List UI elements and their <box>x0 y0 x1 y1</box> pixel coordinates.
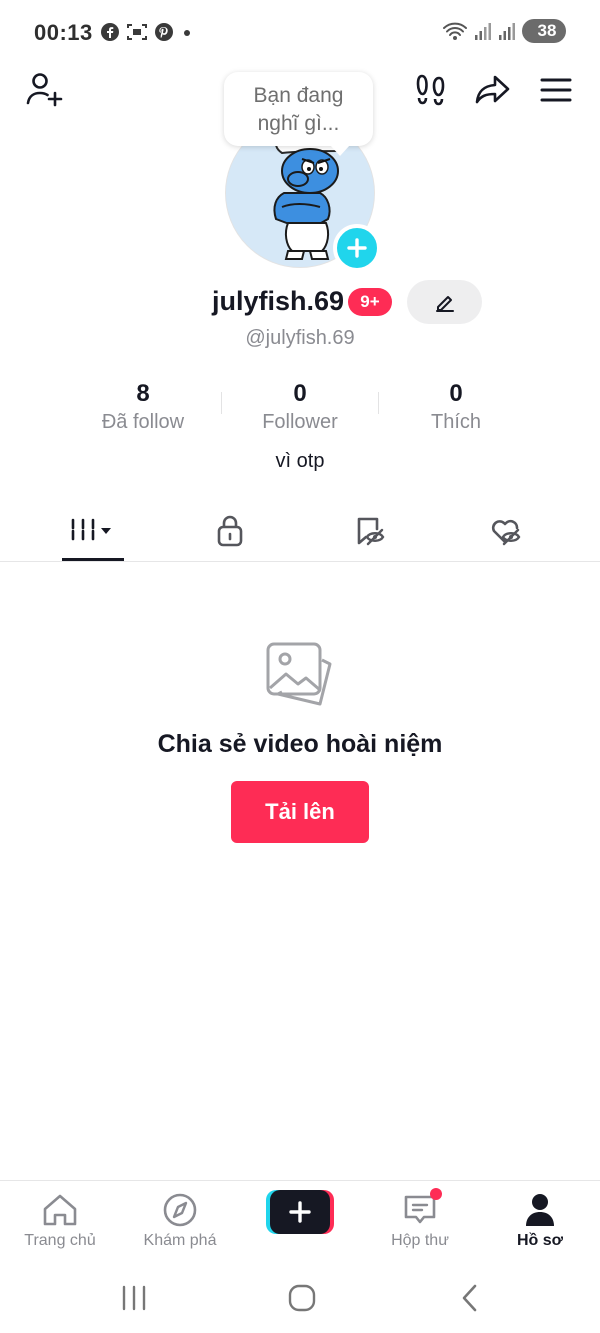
stat-divider <box>378 392 379 414</box>
back-chevron-icon <box>462 1284 477 1312</box>
heart-hidden-icon <box>491 519 521 545</box>
menu-button[interactable] <box>534 68 578 112</box>
status-thought-bubble[interactable]: Bạn đang nghĩ gì... <box>224 72 373 156</box>
nav-home[interactable]: Trang chủ <box>0 1191 120 1257</box>
screenshot-icon <box>127 24 147 40</box>
tab-private[interactable] <box>155 500 305 561</box>
create-button[interactable] <box>266 1190 334 1234</box>
active-tab-indicator <box>62 558 124 561</box>
tab-liked[interactable] <box>431 500 581 561</box>
tab-saved[interactable] <box>295 500 445 561</box>
stat-followers[interactable]: 0 Follower <box>225 380 375 436</box>
stat-value: 0 <box>449 380 463 407</box>
signal-icon-2 <box>499 23 515 40</box>
nav-label: Hồ sơ <box>516 1232 564 1249</box>
stat-value: 8 <box>136 380 150 407</box>
compass-icon <box>163 1193 197 1227</box>
upload-button[interactable]: Tải lên <box>231 781 369 843</box>
nav-discover[interactable]: Khám phá <box>120 1191 240 1257</box>
add-story-button[interactable] <box>333 224 381 272</box>
stat-label: Follower <box>262 411 338 433</box>
profile-tabs <box>0 500 600 562</box>
home-button[interactable] <box>272 1280 332 1316</box>
notification-badge[interactable]: 9+ <box>348 288 392 316</box>
system-navigation-bar <box>0 1262 600 1333</box>
recent-apps-icon <box>122 1285 146 1311</box>
pencil-icon <box>435 296 454 312</box>
stat-divider <box>221 392 222 414</box>
wifi-icon <box>443 22 467 40</box>
back-button[interactable] <box>440 1280 500 1316</box>
stat-following[interactable]: 8 Đã follow <box>68 380 218 436</box>
home-circle-icon <box>288 1284 316 1312</box>
nav-label: Khám phá <box>143 1232 217 1249</box>
bubble-text-line2: nghĩ gì... <box>257 112 340 135</box>
status-time: 00:13 <box>34 20 93 45</box>
stat-likes[interactable]: 0 Thích <box>381 380 531 436</box>
nav-label: Trang chủ <box>24 1232 96 1249</box>
stat-label: Thích <box>430 411 482 433</box>
inbox-notification-dot <box>430 1188 442 1200</box>
home-icon <box>43 1194 77 1226</box>
videos-grid-icon <box>71 518 111 543</box>
profile-icon <box>526 1194 554 1226</box>
bubble-text-line1: Bạn đang <box>253 84 344 107</box>
pinterest-icon <box>155 23 173 41</box>
stat-value: 0 <box>293 380 307 407</box>
hamburger-menu-icon <box>540 78 572 102</box>
edit-profile-button[interactable] <box>407 280 482 324</box>
empty-state-title: Chia sẻ video hoài niệm <box>157 730 443 758</box>
user-handle: @julyfish.69 <box>245 327 355 349</box>
status-bar: 00:13 38 <box>0 0 600 66</box>
status-app-icons <box>100 22 194 42</box>
share-arrow-icon <box>475 75 510 104</box>
facebook-icon <box>101 23 119 41</box>
stat-label: Đã follow <box>101 411 185 433</box>
dot-icon <box>184 30 190 36</box>
bookmark-hidden-icon <box>357 517 385 545</box>
add-friend-button[interactable] <box>22 68 66 112</box>
nav-profile[interactable]: Hồ sơ <box>480 1191 600 1257</box>
person-add-icon <box>26 73 63 107</box>
tab-videos[interactable] <box>18 500 168 561</box>
profile-views-button[interactable] <box>409 68 453 112</box>
battery-indicator: 38 <box>522 19 566 43</box>
nav-inbox[interactable]: Hộp thư <box>360 1188 480 1257</box>
create-button-face <box>270 1190 330 1234</box>
username-row: julyfish.69 9+ <box>0 280 600 324</box>
share-profile-button[interactable] <box>471 68 515 112</box>
recent-apps-button[interactable] <box>104 1280 164 1316</box>
signal-icon <box>475 23 491 40</box>
username: julyfish.69 <box>212 286 345 316</box>
profile-stats: 8 Đã follow 0 Follower 0 Thích <box>0 380 600 440</box>
plus-icon <box>289 1201 311 1223</box>
nav-label: Hộp thư <box>391 1232 449 1249</box>
plus-icon <box>347 238 367 258</box>
bio: vì otp <box>275 450 325 472</box>
status-right: 38 <box>442 19 566 43</box>
lock-icon <box>217 515 243 546</box>
photos-placeholder-icon <box>266 642 332 706</box>
footprints-icon <box>416 74 445 106</box>
